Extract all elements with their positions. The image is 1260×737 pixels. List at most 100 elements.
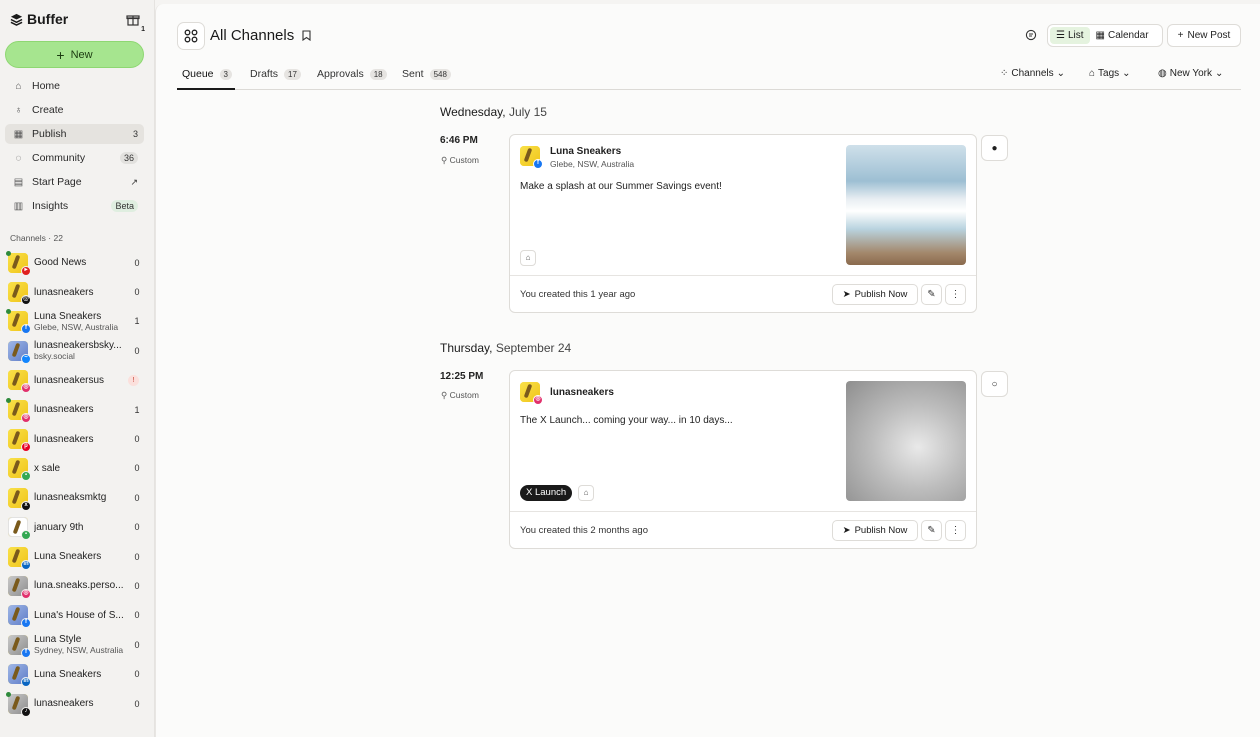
plus-icon: +	[1177, 30, 1184, 41]
nav-count: 3	[132, 129, 138, 139]
more-options-button[interactable]: ⋮	[945, 284, 966, 305]
channel-count: 0	[134, 669, 140, 680]
channels-filter[interactable]: ⁘ Channels ⌄	[1000, 68, 1065, 79]
schedule-label: Custom	[449, 390, 479, 400]
channel-item[interactable]: f Luna Style Sydney, NSW, Australia 0	[5, 630, 146, 659]
new-button[interactable]: + New	[5, 41, 144, 68]
tab-queue[interactable]: Queue 3	[182, 68, 232, 80]
comments-icon[interactable]	[1025, 29, 1037, 44]
add-tag-icon[interactable]: ⌂	[520, 250, 536, 266]
channel-item[interactable]: ◎ luna.sneaks.perso... 0	[5, 571, 146, 600]
channel-count: 0	[134, 522, 140, 533]
youtube-icon: ▸	[21, 265, 31, 276]
sidebar-item-start-page[interactable]: ▤ Start Page ↗	[5, 172, 144, 192]
add-tag-icon[interactable]: ⌂	[578, 485, 594, 501]
post-card[interactable]: ◎ lunasneakers The X Launch... coming yo…	[509, 370, 977, 549]
channel-name: luna.sneaks.perso...	[34, 580, 124, 592]
list-icon: ☰	[1056, 30, 1065, 41]
channel-item[interactable]: in Luna Sneakers 0	[5, 659, 146, 688]
more-vertical-icon: ⋮	[950, 525, 961, 536]
instagram-icon: ◎	[21, 412, 31, 423]
nav-label: Create	[32, 104, 64, 116]
channel-item[interactable]: ◎ lunasneakers 1	[5, 395, 146, 424]
more-vertical-icon: ⋮	[950, 289, 961, 300]
channel-avatar: ▪	[8, 458, 31, 482]
threads-icon: @	[21, 295, 31, 306]
edit-button[interactable]: ✎	[921, 284, 942, 305]
warning-icon[interactable]: !	[128, 374, 139, 386]
channel-name: Luna Sneakers	[34, 551, 102, 563]
comment-button[interactable]: ●	[981, 135, 1008, 161]
bookmark-icon[interactable]	[302, 30, 311, 44]
tab-label: Sent	[402, 68, 424, 80]
channel-item[interactable]: x lunasneaksmktg 0	[5, 483, 146, 512]
channel-item[interactable]: p lunasneakers 0	[5, 424, 146, 453]
brand-name: Buffer	[27, 11, 69, 27]
tab-count: 18	[369, 68, 387, 80]
new-post-button[interactable]: + New Post	[1167, 24, 1241, 47]
facebook-icon: f	[21, 618, 31, 629]
channel-avatar: ◎	[520, 382, 543, 405]
page-icon: ▤	[13, 176, 24, 188]
tab-label: Queue	[182, 68, 214, 80]
nav-label: Community	[32, 152, 86, 164]
channel-item[interactable]: ▸ Good News 0	[5, 248, 146, 277]
channel-name: lunasneakers	[34, 698, 94, 710]
sidebar-nav: ⌂ Home ♁ Create ▦ Publish 3 ◌ Community 36 ▤ St…	[5, 76, 144, 220]
buffer-logo-icon	[10, 13, 23, 26]
channel-count: 0	[134, 287, 140, 298]
sidebar-item-publish[interactable]: ▦ Publish 3	[5, 124, 144, 144]
channel-item[interactable]: ▪ january 9th 0	[5, 513, 146, 542]
calendar-view-button[interactable]: ▦ Calendar	[1090, 27, 1155, 44]
pinterest-icon: p	[21, 442, 31, 453]
channel-name: Good News	[34, 257, 87, 269]
channel-item[interactable]: ◎ lunasneakersus!	[5, 366, 146, 395]
post-card[interactable]: f Luna Sneakers Glebe, NSW, Australia Ma…	[509, 134, 977, 313]
timezone-filter[interactable]: ◍ New York ⌄	[1158, 68, 1223, 79]
sidebar-item-create[interactable]: ♁ Create	[5, 100, 144, 120]
new-post-label: New Post	[1187, 30, 1231, 41]
post-image[interactable]	[846, 145, 966, 265]
gift-count-badge: 1	[140, 26, 146, 33]
post-image[interactable]	[846, 381, 966, 501]
publish-now-button[interactable]: ➤ Publish Now	[832, 520, 918, 541]
pencil-icon: ✎	[927, 525, 936, 536]
channel-item[interactable]: ▪ x sale 0	[5, 454, 146, 483]
channel-item[interactable]: ♪ lunasneakers 0	[5, 689, 146, 718]
edit-button[interactable]: ✎	[921, 520, 942, 541]
sidebar-item-insights[interactable]: ▥ Insights Beta	[5, 196, 144, 216]
tab-drafts[interactable]: Drafts 17	[250, 68, 301, 80]
sidebar-item-community[interactable]: ◌ Community 36	[5, 148, 144, 168]
channel-item[interactable]: in Luna Sneakers 0	[5, 542, 146, 571]
channel-name: lunasneakers	[34, 433, 94, 445]
publish-now-button[interactable]: ➤ Publish Now	[832, 284, 918, 305]
more-options-button[interactable]: ⋮	[945, 520, 966, 541]
list-view-button[interactable]: ☰ List	[1050, 27, 1090, 44]
channel-item[interactable]: f Luna's House of S... 0	[5, 601, 146, 630]
gift-icon[interactable]: 1	[126, 12, 146, 33]
tab-sent[interactable]: Sent 548	[402, 68, 451, 80]
instagram-icon: ◎	[21, 383, 31, 394]
channel-avatar: f	[520, 146, 543, 169]
google-business-icon: ▪	[21, 471, 31, 482]
list-view-label: List	[1067, 30, 1084, 41]
channel-avatar: in	[8, 546, 31, 570]
tags-filter[interactable]: ⌂ Tags ⌄	[1089, 68, 1131, 79]
channel-item[interactable]: f Luna Sneakers Glebe, NSW, Australia 1	[5, 307, 146, 336]
channel-avatar: ♪	[6, 691, 31, 717]
send-icon: ➤	[842, 289, 851, 300]
channel-avatar: ◎	[6, 397, 31, 423]
nav-label: Publish	[32, 128, 67, 140]
channel-location: Sydney, NSW, Australia	[34, 645, 124, 656]
comment-button[interactable]: ○	[981, 371, 1008, 397]
channel-item[interactable]: @ lunasneakers 0	[5, 277, 146, 306]
all-channels-icon	[177, 22, 205, 50]
channel-count: 0	[134, 345, 140, 356]
channel-item[interactable]: ~ lunasneakersbsky... bsky.social 0	[5, 336, 146, 365]
sidebar-item-home[interactable]: ⌂ Home	[5, 76, 144, 96]
channel-avatar: f	[8, 634, 31, 658]
tag-badge[interactable]: X Launch	[520, 485, 573, 501]
tab-approvals[interactable]: Approvals 18	[317, 68, 387, 80]
buffer-logo[interactable]: Buffer	[10, 11, 68, 27]
home-icon: ⌂	[15, 80, 22, 92]
